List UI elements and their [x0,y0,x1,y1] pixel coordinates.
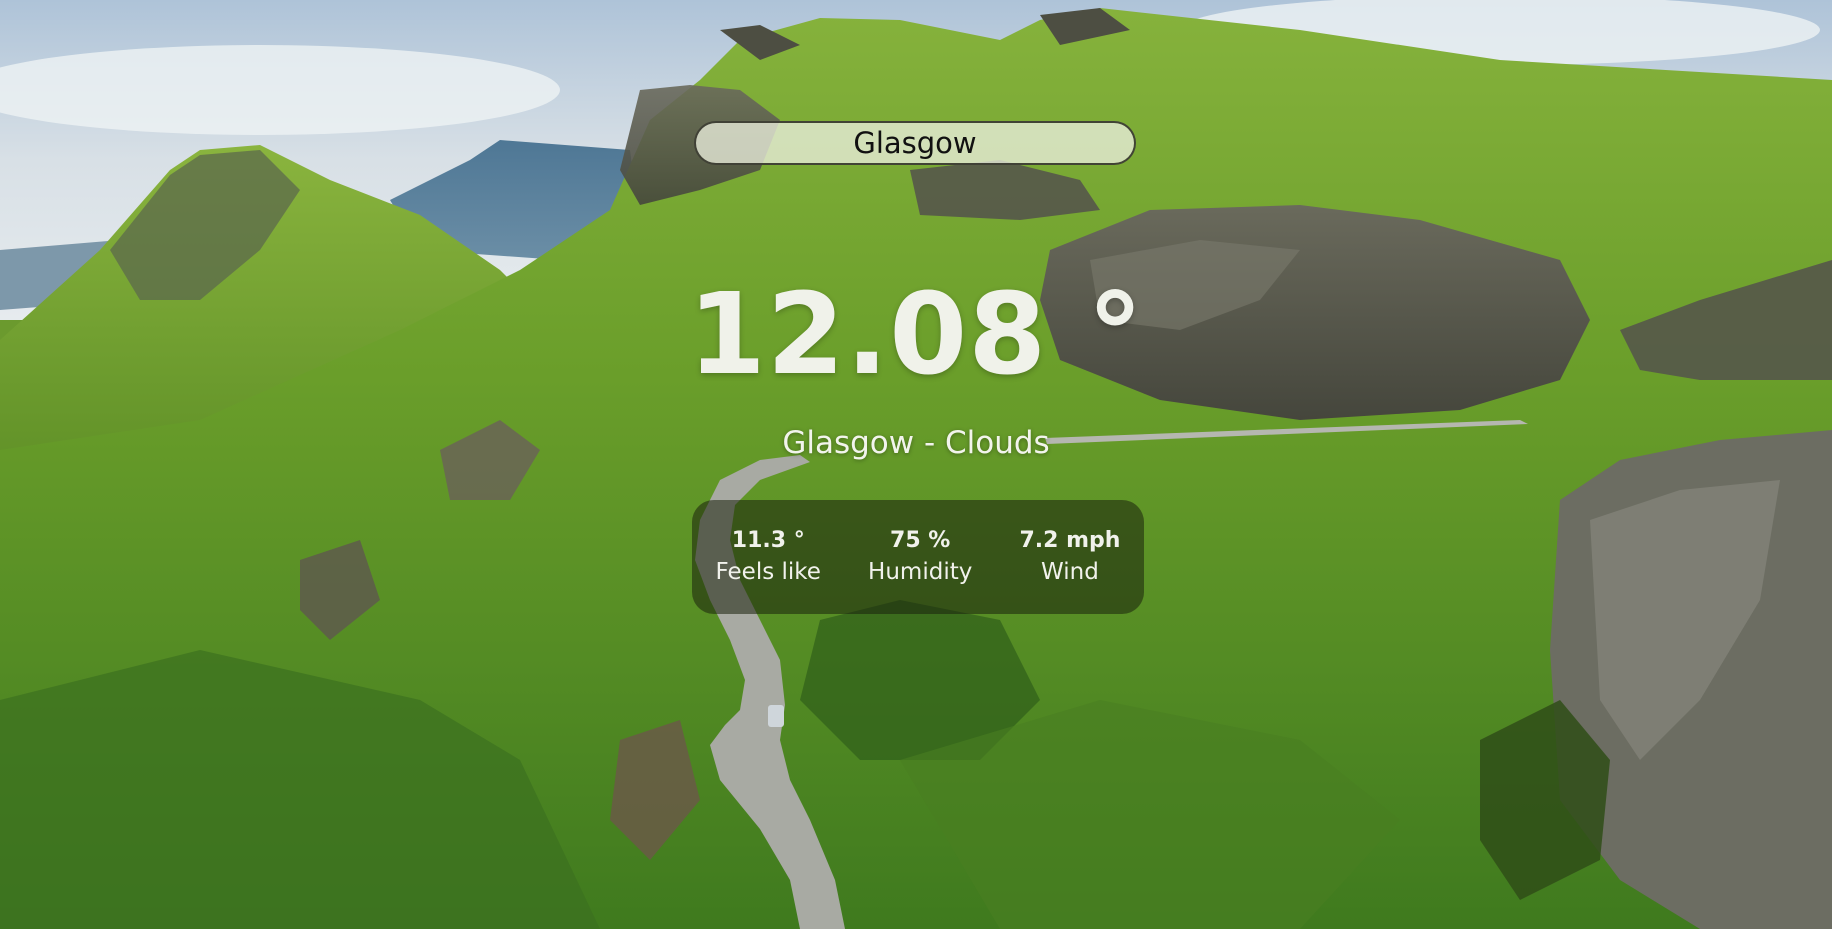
feels-like-label: Feels like [715,559,821,585]
temperature-display: 12.08 ° [687,270,1145,400]
humidity-label: Humidity [868,559,973,585]
search-bar [694,121,1136,165]
feels-like-value: 11.3 ° [731,528,805,553]
location-description: Glasgow - Clouds [782,425,1050,461]
feels-like-stat: 11.3 ° Feels like [716,526,821,588]
weather-app: 12.08 ° Glasgow - Clouds 11.3 ° Feels li… [0,0,1832,929]
wind-value: 7.2 mph [1019,528,1121,553]
wind-label: Wind [1041,559,1099,585]
weather-stats-panel: 11.3 ° Feels like 75 % Humidity 7.2 mph … [692,500,1144,614]
wind-stat: 7.2 mph Wind [1019,526,1120,588]
humidity-value: 75 % [890,528,951,553]
city-search-input[interactable] [694,121,1136,165]
humidity-stat: 75 % Humidity [868,526,972,588]
